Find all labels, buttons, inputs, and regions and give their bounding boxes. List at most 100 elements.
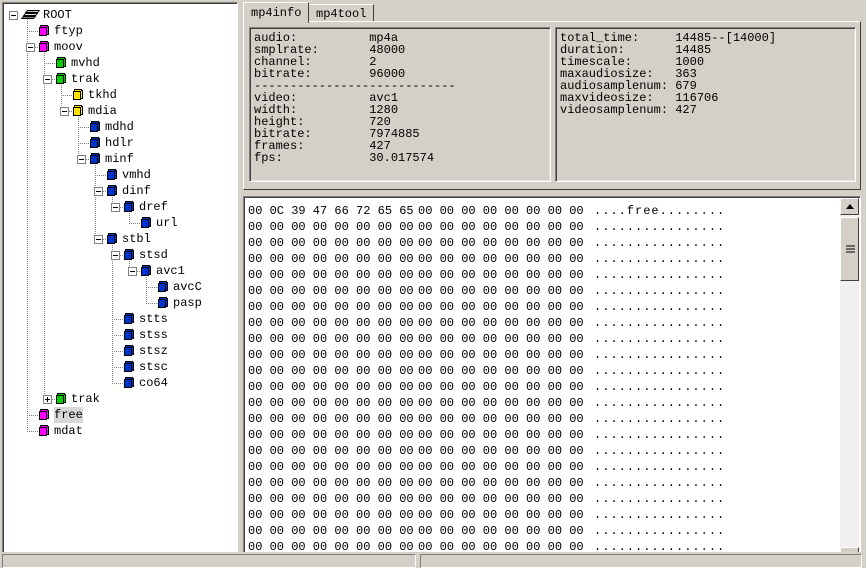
hex-bytes-right: 00 00 00 00 00 00 00 00 [418,412,584,426]
hex-row: 00 00 00 00 00 00 00 00 00 00 00 00 00 00… [248,267,839,283]
hex-row: 00 00 00 00 00 00 00 00 00 00 00 00 00 00… [248,283,839,299]
collapse-icon[interactable] [9,11,18,20]
hex-bytes-right: 00 00 00 00 00 00 00 00 [418,396,584,410]
tab-page-mp4info: audio: mp4a smplrate: 48000 channel: 2 bitr… [243,21,861,190]
tree-node-ROOT[interactable]: ROOT [3,7,237,23]
box-icon [39,425,50,437]
tree-node-ftyp[interactable]: ftyp [3,23,237,39]
tree-node-stsz[interactable]: stsz [3,343,237,359]
tree-node-label: url [156,216,178,230]
tree-node-label: tkhd [88,88,117,102]
tree-node-label: stsz [139,344,168,358]
box-icon [39,41,50,53]
tree-node-avc1[interactable]: avc1 [3,263,237,279]
collapse-icon[interactable] [128,267,137,276]
hex-bytes-right: 00 00 00 00 00 00 00 00 [418,284,584,298]
collapse-icon[interactable] [43,75,52,84]
hex-row: 00 00 00 00 00 00 00 00 00 00 00 00 00 00… [248,475,839,491]
hex-bytes-left: 00 00 00 00 00 00 00 00 [248,332,414,346]
collapse-icon[interactable] [77,155,86,164]
hex-view-panel[interactable]: 00 0C 39 47 66 72 65 65 00 00 00 00 00 00… [243,196,861,566]
hex-bytes-right: 00 00 00 00 00 00 00 00 [418,508,584,522]
tree-node-label: minf [105,152,134,166]
hex-bytes-left: 00 0C 39 47 66 72 65 65 [248,204,414,218]
tab-strip: mp4info mp4tool [243,2,861,23]
tree-node-stsd[interactable]: stsd [3,247,237,263]
media-info-line: fps: 30.017574 [254,151,435,165]
status-bar [0,552,866,568]
tree-node-stss[interactable]: stss [3,327,237,343]
tree-node-hdlr[interactable]: hdlr [3,135,237,151]
tree-node-label: mdhd [105,120,134,134]
scrollbar-thumb[interactable] [840,217,859,281]
hex-vertical-scrollbar[interactable] [840,198,859,564]
hex-bytes-right: 00 00 00 00 00 00 00 00 [418,204,584,218]
tree-node-dref[interactable]: dref [3,199,237,215]
arrow-up-icon [845,203,854,209]
hex-bytes-left: 00 00 00 00 00 00 00 00 [248,508,414,522]
hex-bytes-right: 00 00 00 00 00 00 00 00 [418,364,584,378]
hex-ascii: ................ [594,476,726,490]
hex-bytes-right: 00 00 00 00 00 00 00 00 [418,300,584,314]
collapse-icon[interactable] [111,203,120,212]
box-icon [124,313,135,325]
status-right-panel [420,554,862,568]
hex-bytes-right: 00 00 00 00 00 00 00 00 [418,220,584,234]
hex-row: 00 00 00 00 00 00 00 00 00 00 00 00 00 00… [248,379,839,395]
collapse-icon[interactable] [111,251,120,260]
box-icon [56,57,67,69]
scroll-up-button[interactable] [840,198,859,215]
tree-node-stbl[interactable]: stbl [3,231,237,247]
scrollbar-track[interactable] [840,215,859,547]
tree-node-stsc[interactable]: stsc [3,359,237,375]
hex-bytes-right: 00 00 00 00 00 00 00 00 [418,428,584,442]
tree-node-trak[interactable]: trak [3,391,237,407]
tree-node-mvhd[interactable]: mvhd [3,55,237,71]
tree-node-mdia[interactable]: mdia [3,103,237,119]
hex-ascii: ................ [594,252,726,266]
hex-row: 00 00 00 00 00 00 00 00 00 00 00 00 00 00… [248,491,839,507]
collapse-icon[interactable] [94,235,103,244]
box-icon [90,137,101,149]
mp4-box-tree[interactable]: ROOT ftyp moov mvhd trak tkhd mdia mdhd hdlr minf… [3,3,237,439]
hex-ascii: ................ [594,460,726,474]
hex-ascii: ................ [594,236,726,250]
hex-ascii: ................ [594,444,726,458]
tree-node-url[interactable]: url [3,215,237,231]
hex-bytes-right: 00 00 00 00 00 00 00 00 [418,476,584,490]
tree-node-moov[interactable]: moov [3,39,237,55]
expand-icon[interactable] [43,395,52,404]
box-icon [141,265,152,277]
tree-node-trak[interactable]: trak [3,71,237,87]
collapse-icon[interactable] [26,43,35,52]
box-icon [124,201,135,213]
tree-node-co64[interactable]: co64 [3,375,237,391]
hex-row: 00 00 00 00 00 00 00 00 00 00 00 00 00 00… [248,523,839,539]
tree-node-vmhd[interactable]: vmhd [3,167,237,183]
tree-node-pasp[interactable]: pasp [3,295,237,311]
tree-node-tkhd[interactable]: tkhd [3,87,237,103]
hex-ascii: ................ [594,380,726,394]
track-summary-line: videosamplenum: 427 [560,103,697,117]
hex-row: 00 00 00 00 00 00 00 00 00 00 00 00 00 00… [248,347,839,363]
hex-row: 00 00 00 00 00 00 00 00 00 00 00 00 00 00… [248,251,839,267]
hex-bytes-left: 00 00 00 00 00 00 00 00 [248,380,414,394]
tab-mp4info[interactable]: mp4info [243,2,310,23]
collapse-icon[interactable] [60,107,69,116]
box-icon [73,89,84,101]
tree-node-minf[interactable]: minf [3,151,237,167]
tree-node-free[interactable]: free [3,407,237,423]
tree-node-mdat[interactable]: mdat [3,423,237,439]
track-summary-panel: total_time: 14485--[14000] duration: 1448… [555,27,856,182]
mp4-box-tree-panel[interactable]: ROOT ftyp moov mvhd trak tkhd mdia mdhd hdlr minf… [2,2,238,555]
hex-bytes-right: 00 00 00 00 00 00 00 00 [418,236,584,250]
tree-node-avcC[interactable]: avcC [3,279,237,295]
box-icon [90,121,101,133]
tree-node-dinf[interactable]: dinf [3,183,237,199]
collapse-icon[interactable] [94,187,103,196]
hex-bytes-left: 00 00 00 00 00 00 00 00 [248,284,414,298]
hex-ascii: ................ [594,348,726,362]
tree-node-mdhd[interactable]: mdhd [3,119,237,135]
hex-bytes-left: 00 00 00 00 00 00 00 00 [248,460,414,474]
tree-node-stts[interactable]: stts [3,311,237,327]
